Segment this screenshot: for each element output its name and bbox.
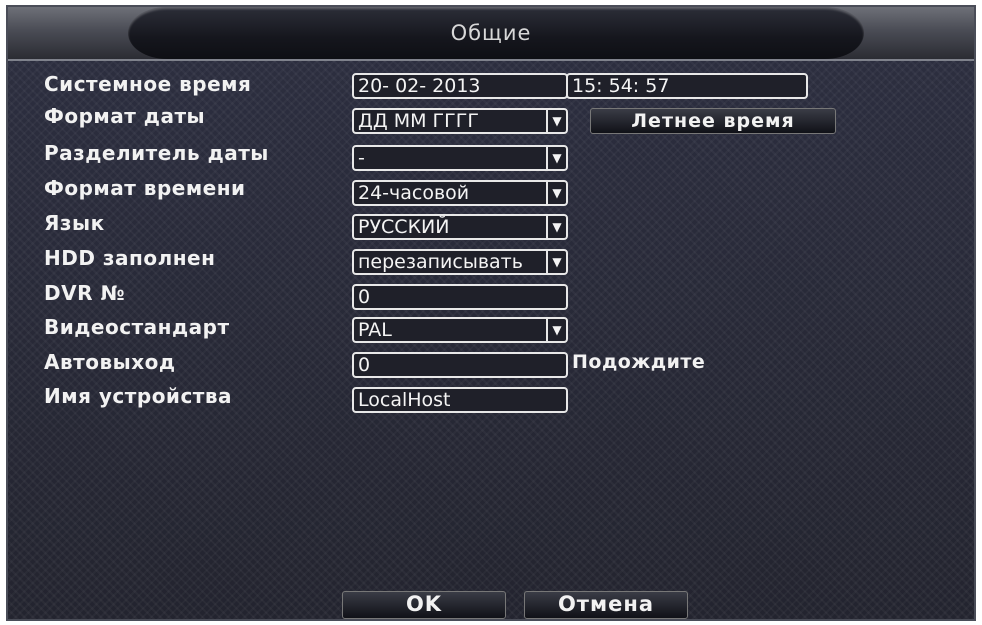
time-format-value: 24-часовой (358, 182, 470, 204)
settings-panel: Системное время 20- 02- 2013 15: 54: 57 … (8, 61, 974, 619)
dst-button[interactable]: Летнее время (590, 108, 836, 134)
date-separator-value: - (358, 147, 365, 169)
hdd-full-select[interactable]: перезаписывать ▼ (352, 249, 568, 275)
language-label: Язык (44, 211, 105, 235)
chevron-down-icon[interactable]: ▼ (546, 251, 566, 273)
dvr-no-label: DVR № (44, 281, 126, 305)
video-standard-value: PAL (358, 319, 392, 341)
date-format-value: ДД ММ ГГГГ (358, 110, 479, 132)
title-bar: Общие (8, 7, 974, 61)
time-format-select[interactable]: 24-часовой ▼ (352, 180, 568, 206)
window-title: Общие (450, 21, 532, 45)
auto-logout-label: Автовыход (44, 350, 176, 374)
language-value: РУССКИЙ (358, 216, 450, 238)
chevron-down-icon[interactable]: ▼ (546, 216, 566, 238)
chevron-down-icon[interactable]: ▼ (546, 110, 566, 132)
system-date-field[interactable]: 20- 02- 2013 (352, 73, 568, 99)
general-settings-window: Общие Системное время 20- 02- 2013 15: 5… (6, 5, 976, 621)
system-time-label: Системное время (44, 72, 252, 96)
language-select[interactable]: РУССКИЙ ▼ (352, 214, 568, 240)
cancel-button[interactable]: Отмена (524, 591, 688, 619)
device-name-field[interactable]: LocalHost (352, 387, 568, 413)
date-separator-label: Разделитель даты (44, 141, 269, 165)
date-separator-select[interactable]: - ▼ (352, 145, 568, 171)
auto-logout-field[interactable]: 0 (352, 352, 568, 378)
date-format-label: Формат даты (44, 104, 206, 128)
device-name-label: Имя устройства (44, 384, 233, 408)
video-standard-select[interactable]: PAL ▼ (352, 317, 568, 343)
chevron-down-icon[interactable]: ▼ (546, 319, 566, 341)
hdd-full-value: перезаписывать (358, 251, 523, 273)
ok-button[interactable]: OK (342, 591, 506, 619)
hdd-full-label: HDD заполнен (44, 246, 216, 270)
date-format-select[interactable]: ДД ММ ГГГГ ▼ (352, 108, 568, 134)
chevron-down-icon[interactable]: ▼ (546, 147, 566, 169)
chevron-down-icon[interactable]: ▼ (546, 182, 566, 204)
auto-logout-unit: Подождите (572, 351, 706, 373)
video-standard-label: Видеостандарт (44, 315, 230, 339)
time-format-label: Формат времени (44, 176, 246, 200)
system-time-field[interactable]: 15: 54: 57 (566, 73, 808, 99)
dvr-no-field[interactable]: 0 (352, 284, 568, 310)
